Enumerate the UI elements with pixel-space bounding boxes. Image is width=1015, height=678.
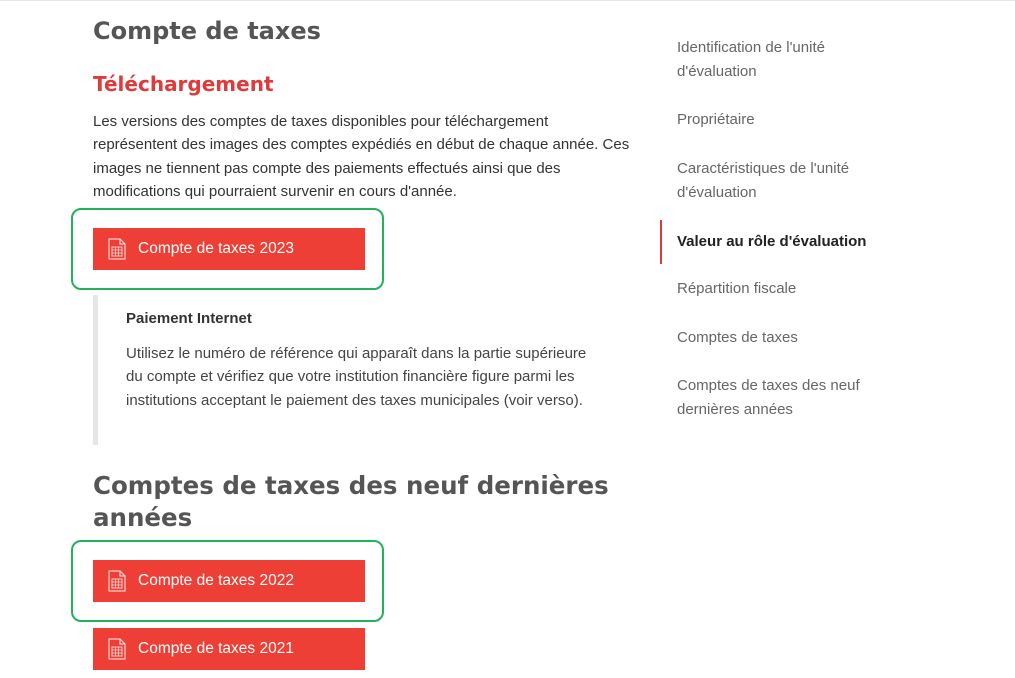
sidebar-item-comptes-neuf-annees[interactable]: Comptes de taxes des neuf dernières anné… [660,374,907,421]
download-heading: Téléchargement [93,72,274,96]
download-intro: Les versions des comptes de taxes dispon… [93,113,630,200]
download-bill-2023-label: Compte de taxes 2023 [138,240,294,257]
top-divider [0,0,1015,1]
spreadsheet-document-icon [108,570,126,592]
payment-note: Paiement Internet Utilisez le numéro de … [93,295,593,445]
download-bill-2022-button[interactable]: Compte de taxes 2022 [93,560,365,602]
spreadsheet-document-icon [108,638,126,660]
spreadsheet-document-icon [108,238,126,260]
sidebar-item-valeur-role[interactable]: Valeur au rôle d'évaluation [660,220,907,264]
download-bill-2021-button[interactable]: Compte de taxes 2021 [93,628,365,670]
sidebar-item-repartition-fiscale[interactable]: Répartition fiscale [660,277,907,301]
payment-note-text: Utilisez le numéro de référence qui appa… [126,345,587,409]
payment-note-title: Paiement Internet [126,310,252,327]
past-bills-heading: Comptes de taxes des neuf dernières anné… [93,471,609,532]
page-title: Compte de taxes [93,17,321,45]
sidebar-item-comptes-taxes[interactable]: Comptes de taxes [660,326,907,350]
download-bill-2021-label: Compte de taxes 2021 [138,640,294,657]
sidebar-item-identification[interactable]: Identification de l'unité d'évaluation [660,36,907,83]
sidebar-item-caracteristiques[interactable]: Caractéristiques de l'unité d'évaluation [660,157,907,204]
download-bill-2023-button[interactable]: Compte de taxes 2023 [93,228,365,270]
download-bill-2022-label: Compte de taxes 2022 [138,572,294,589]
sidebar-item-proprietaire[interactable]: Propriétaire [660,108,907,132]
